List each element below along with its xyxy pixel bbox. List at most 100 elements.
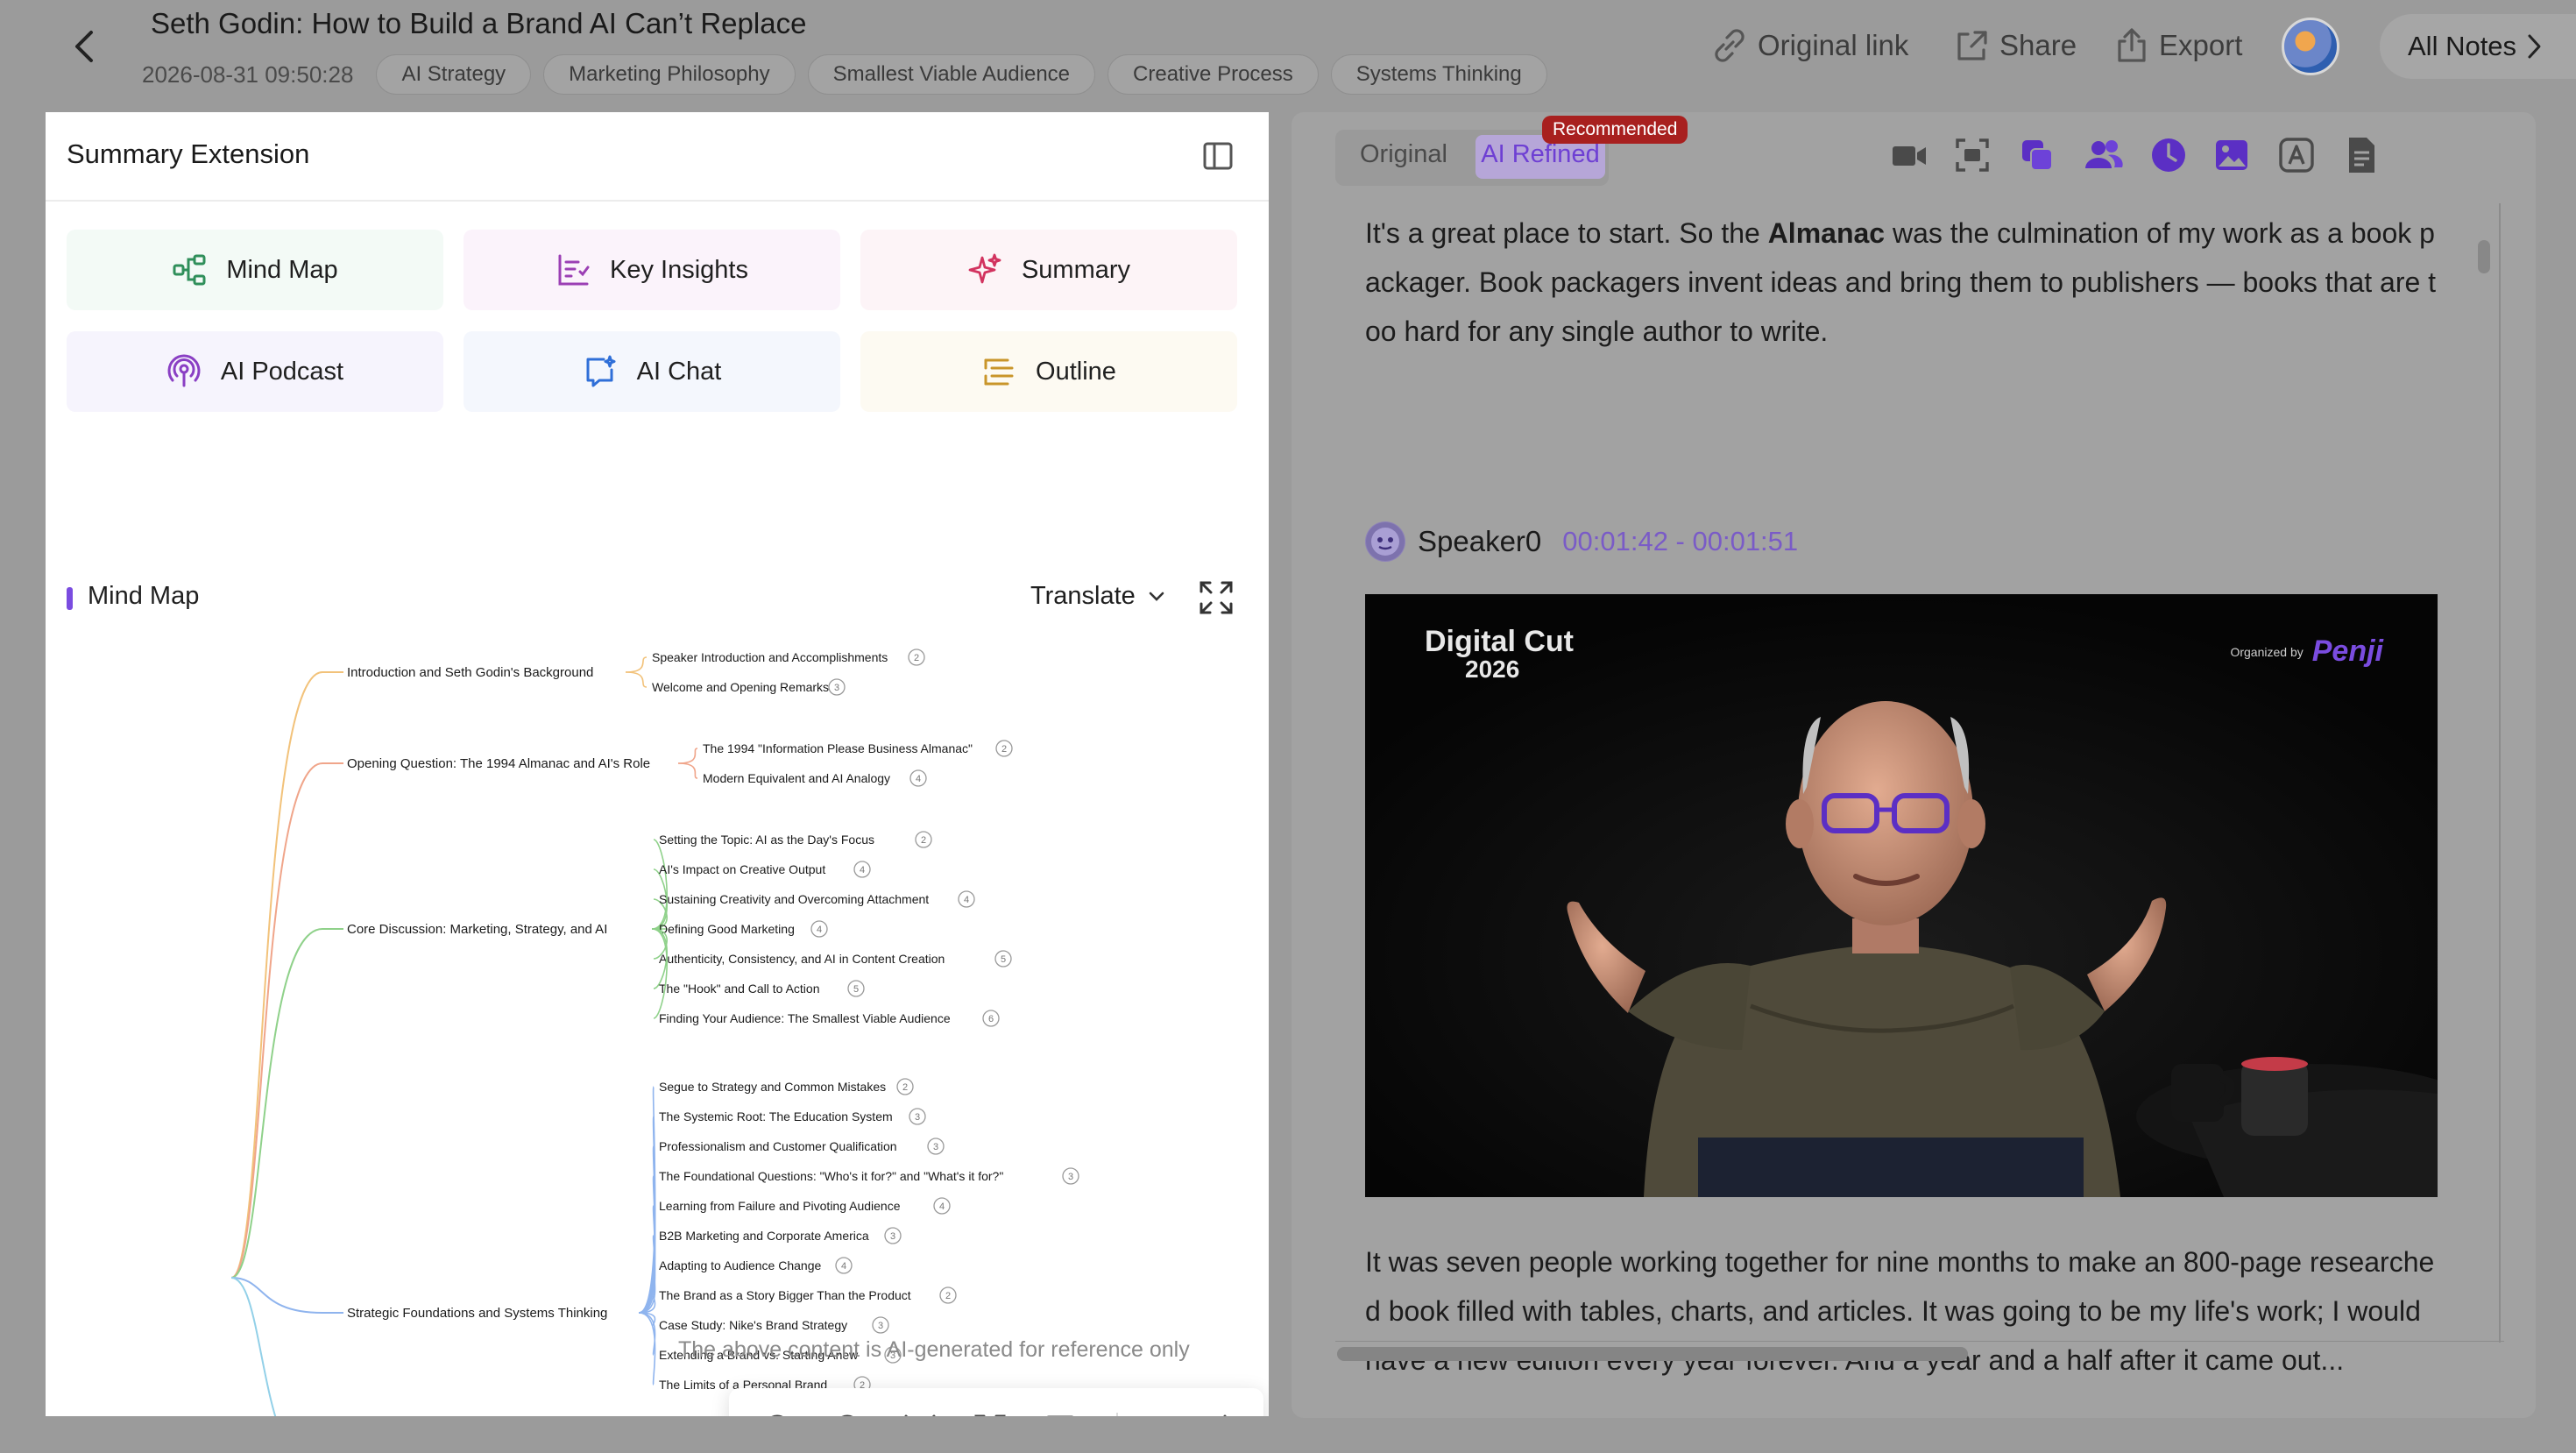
speakers-icon[interactable] [2082, 133, 2126, 177]
mind-map-branch[interactable]: Opening Question: The 1994 Almanac and A… [347, 756, 650, 771]
mind-map-node[interactable]: The Foundational Questions: "Who's it fo… [659, 1169, 1003, 1183]
mind-map-count: 4 [964, 895, 969, 905]
fullscreen-icon[interactable] [971, 1411, 1009, 1416]
tag-systems-thinking[interactable]: Systems Thinking [1330, 54, 1547, 95]
ai-podcast-button[interactable]: AI Podcast [67, 331, 443, 412]
copy-icon[interactable] [2015, 133, 2059, 177]
mind-map-edge [230, 928, 323, 1279]
mind-map-node[interactable]: Speaker Introduction and Accomplishments [652, 650, 888, 664]
share-icon [1957, 31, 1987, 60]
mind-map-node[interactable]: The "Hook" and Call to Action [659, 982, 819, 996]
video-icon[interactable] [1887, 133, 1931, 177]
mind-map-edge [230, 1277, 277, 1416]
mind-map-node[interactable]: Authenticity, Consistency, and AI in Con… [659, 952, 945, 966]
podcast-icon [167, 354, 201, 387]
mind-map-edge [625, 671, 648, 688]
user-avatar[interactable] [2282, 18, 2339, 75]
translate-dropdown[interactable]: Translate [1030, 582, 1165, 611]
mind-map-node[interactable]: Sustaining Creativity and Overcoming Att… [659, 892, 929, 906]
top-bar: Seth Godin: How to Build a Brand AI Can’… [0, 0, 2576, 103]
mind-map-canvas[interactable]: Introduction and Seth Godin's Background… [46, 638, 1269, 1416]
mind-map-node[interactable]: B2B Marketing and Corporate America [659, 1229, 869, 1243]
all-notes-label: All Notes [2408, 31, 2517, 61]
mind-map-count: 2 [945, 1291, 951, 1301]
document-icon[interactable] [2339, 133, 2383, 177]
mind-map-button[interactable]: Mind Map [67, 230, 443, 310]
event-logo-name: Digital Cut [1425, 625, 1574, 658]
link-icon [1715, 29, 1744, 62]
mind-map-node[interactable]: AI's Impact on Creative Output [659, 862, 825, 876]
mind-map-node[interactable]: The 1994 "Information Please Business Al… [703, 741, 973, 755]
mind-map-node[interactable]: Defining Good Marketing [659, 922, 795, 936]
mind-map-node[interactable]: Professionalism and Customer Qualificati… [659, 1139, 897, 1153]
sparkle-icon [968, 253, 1001, 284]
key-insights-button[interactable]: Key Insights [464, 230, 840, 310]
collapse-icon[interactable] [901, 1411, 939, 1416]
all-notes-button[interactable]: All Notes [2380, 14, 2576, 79]
ai-podcast-label: AI Podcast [220, 357, 344, 386]
mind-map-edge [230, 671, 323, 1279]
mind-map-count: 3 [1068, 1172, 1073, 1182]
tag-ai-strategy[interactable]: AI Strategy [376, 54, 532, 95]
speaker-timestamp[interactable]: 00:01:42 - 00:01:51 [1562, 526, 1798, 557]
edit-icon[interactable] [1136, 1411, 1174, 1416]
zoom-out-icon[interactable] [831, 1411, 869, 1416]
zoom-in-icon[interactable] [761, 1411, 799, 1416]
mind-map-node[interactable]: Segue to Strategy and Common Mistakes [659, 1080, 886, 1094]
ai-text-icon[interactable] [2275, 133, 2318, 177]
mind-map-toolbar [729, 1388, 1263, 1416]
tag-smallest-viable-audience[interactable]: Smallest Viable Audience [807, 54, 1096, 95]
outline-button[interactable]: Outline [860, 331, 1237, 412]
event-logo-year: 2026 [1465, 656, 1520, 683]
mind-map-icon [173, 254, 206, 286]
share-button[interactable]: Share [1952, 21, 2077, 70]
expand-icon[interactable] [1197, 578, 1235, 617]
transcript-panel: Original AI Refined Recommended It's a g… [1292, 112, 2536, 1418]
video-still [1365, 594, 2438, 1197]
mind-map-node[interactable]: The Brand as a Story Bigger Than the Pro… [659, 1288, 911, 1302]
side-panel-icon[interactable] [1041, 1411, 1079, 1416]
download-icon[interactable] [1206, 1411, 1244, 1416]
mind-map-branch[interactable]: Core Discussion: Marketing, Strategy, an… [347, 922, 607, 937]
mind-map-count: 3 [890, 1231, 895, 1242]
tag-marketing-philosophy[interactable]: Marketing Philosophy [543, 54, 796, 95]
vertical-scrollbar-track [2499, 203, 2501, 1343]
speaker-avatar [1365, 521, 1405, 562]
mind-map-node[interactable]: Setting the Topic: AI as the Day's Focus [659, 833, 874, 847]
ai-chat-button[interactable]: AI Chat [464, 331, 840, 412]
mind-map-node[interactable]: Modern Equivalent and AI Analogy [703, 771, 890, 785]
mind-map-branch[interactable]: Strategic Foundations and Systems Thinki… [347, 1306, 607, 1321]
panel-toggle-icon[interactable] [1200, 138, 1235, 174]
key-insights-icon [558, 254, 590, 286]
mind-map-count: 4 [860, 865, 865, 875]
back-button[interactable] [63, 25, 107, 68]
chevron-right-icon [2528, 34, 2541, 59]
recommended-badge: Recommended [1542, 116, 1688, 144]
original-link-button[interactable]: Original link [1709, 21, 1908, 70]
mind-map-edge [625, 656, 648, 673]
mind-map-edge [230, 1277, 323, 1314]
video-frame[interactable]: Digital Cut 2026 Organized by Penji [1365, 594, 2438, 1197]
mind-map-node[interactable]: Finding Your Audience: The Smallest Viab… [659, 1011, 951, 1025]
export-button[interactable]: Export [2112, 21, 2242, 70]
mind-map-count: 5 [1001, 954, 1006, 965]
ai-chat-label: AI Chat [636, 357, 722, 386]
mind-map-node[interactable]: Learning from Failure and Pivoting Audie… [659, 1199, 901, 1213]
tab-original[interactable]: Original [1360, 140, 1447, 169]
screenshot-icon[interactable] [1950, 133, 1994, 177]
mind-map-edge [677, 748, 698, 764]
image-icon[interactable] [2210, 133, 2254, 177]
mind-map-node[interactable]: The Systemic Root: The Education System [659, 1109, 893, 1123]
mind-map-node[interactable]: Case Study: Nike's Brand Strategy [659, 1318, 847, 1332]
mind-map-label: Mind Map [226, 255, 338, 284]
clock-icon[interactable] [2147, 133, 2190, 177]
horizontal-scrollbar[interactable] [1337, 1347, 1968, 1361]
tag-creative-process[interactable]: Creative Process [1108, 54, 1319, 95]
mind-map-node[interactable]: Adapting to Audience Change [659, 1258, 821, 1272]
organizer-credit: Organized by Penji [2230, 634, 2383, 669]
mind-map-node[interactable]: Welcome and Opening Remarks [652, 680, 829, 694]
panel-header: Summary Extension [46, 112, 1269, 202]
vertical-scrollbar[interactable] [2478, 240, 2490, 273]
summary-button[interactable]: Summary [860, 230, 1237, 310]
mind-map-branch[interactable]: Introduction and Seth Godin's Background [347, 665, 593, 680]
